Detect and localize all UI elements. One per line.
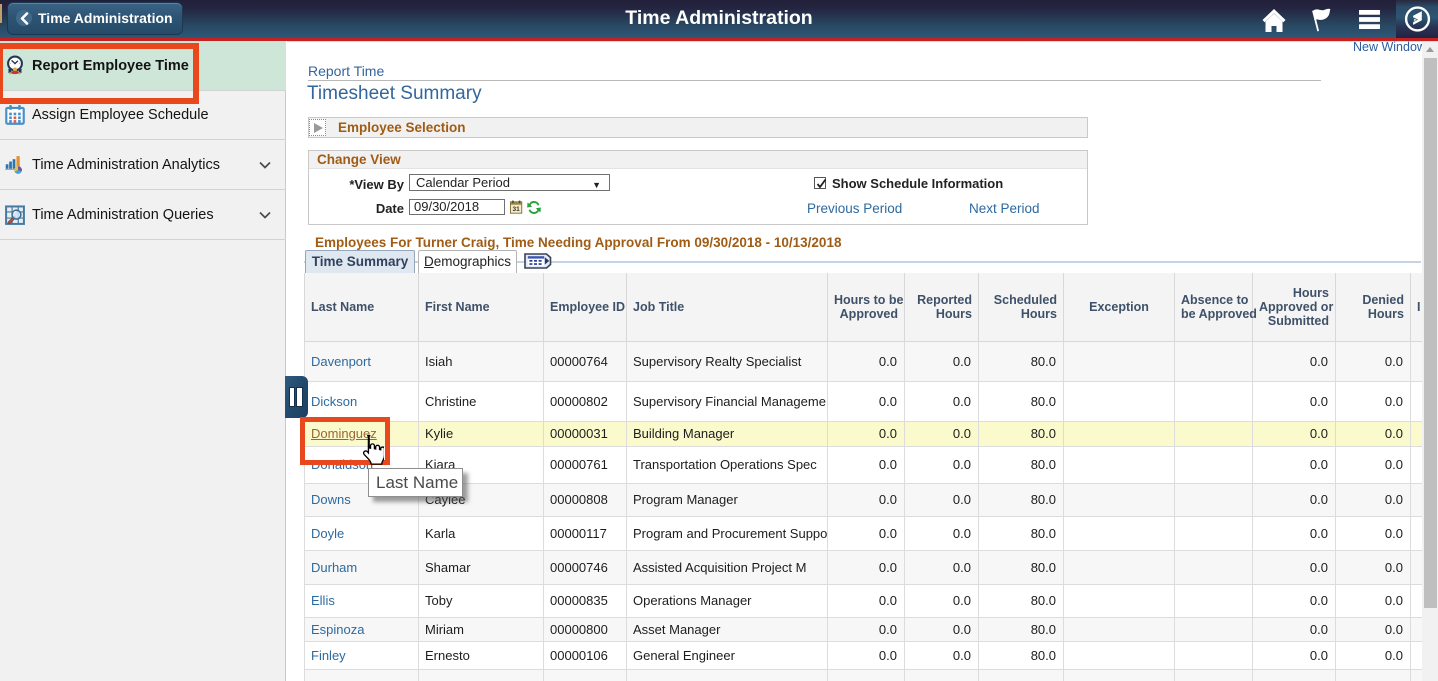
svg-text:31: 31	[512, 206, 520, 213]
